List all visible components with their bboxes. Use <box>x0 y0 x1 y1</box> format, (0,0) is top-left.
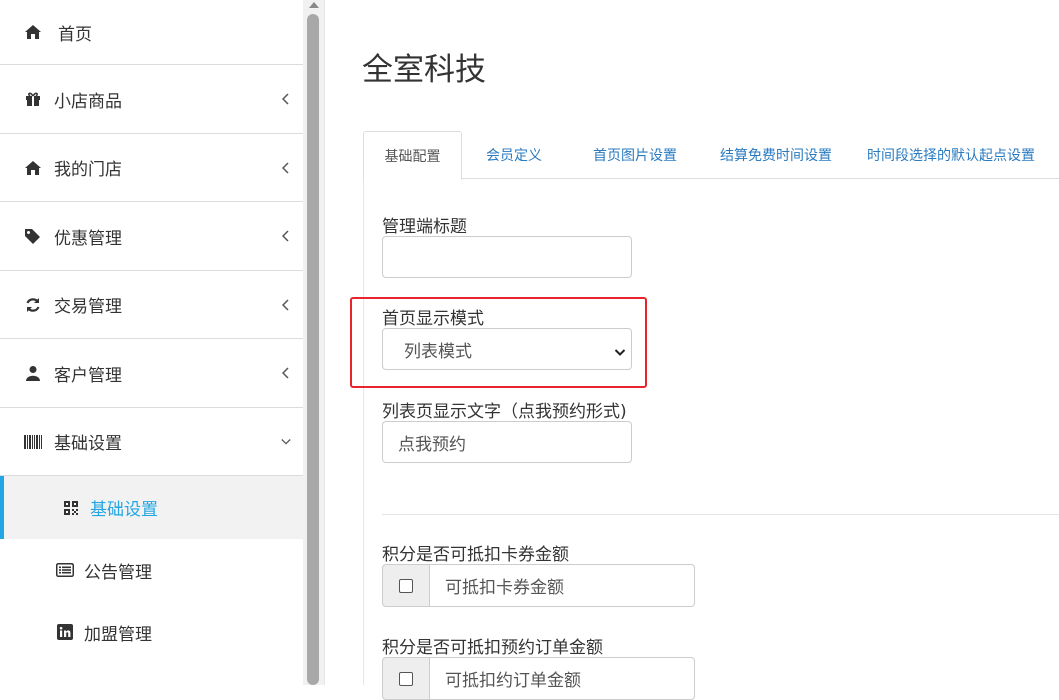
tab-panel-border <box>363 179 364 685</box>
sidebar-item-home[interactable]: 首页 <box>0 0 303 65</box>
qrcode-icon <box>62 499 80 517</box>
sidebar-item-label: 小店商品 <box>54 91 122 112</box>
tab-basic-config[interactable]: 基础配置 <box>363 131 462 180</box>
gift-icon <box>24 90 42 108</box>
points-order-checkbox[interactable] <box>399 671 413 686</box>
sidebar-item-promotions[interactable]: 优惠管理 <box>0 202 303 271</box>
sidebar-item-label: 客户管理 <box>54 365 122 386</box>
barcode-icon <box>24 433 42 451</box>
points-card-label: 积分是否可抵扣卡券金额 <box>382 545 569 565</box>
list-text-label: 列表页显示文字（点我预约形式) <box>382 402 627 422</box>
points-card-option-text: 可抵扣卡券金额 <box>430 564 695 607</box>
points-order-input-group: 可抵扣约订单金额 <box>382 657 695 700</box>
sidebar-scrollbar-thumb[interactable] <box>307 14 319 685</box>
sidebar-subitem-announcements[interactable]: 公告管理 <box>0 539 303 601</box>
tags-icon <box>24 227 42 245</box>
sidebar-item-label: 首页 <box>58 24 92 45</box>
tab-label: 基础配置 <box>384 148 441 165</box>
sidebar-item-customers[interactable]: 客户管理 <box>0 339 303 408</box>
home-mode-selected-value: 列表模式 <box>404 341 472 362</box>
linkedin-icon <box>56 623 74 641</box>
tab-label: 会员定义 <box>486 148 542 164</box>
chevron-down-icon <box>281 435 291 449</box>
points-order-option-text: 可抵扣约订单金额 <box>430 657 695 700</box>
sidebar-subitem-franchise[interactable]: 加盟管理 <box>0 601 303 663</box>
chevron-left-icon <box>281 161 291 175</box>
chevron-down-icon <box>614 343 626 356</box>
home-mode-select[interactable]: 列表模式 <box>382 328 632 370</box>
sidebar-item-shop-products[interactable]: 小店商品 <box>0 65 303 134</box>
home-icon <box>24 23 42 41</box>
scroll-up-arrow-icon[interactable] <box>309 2 319 8</box>
tab-member-definition[interactable]: 会员定义 <box>466 131 562 179</box>
home-mode-label: 首页显示模式 <box>382 309 484 329</box>
points-card-checkbox[interactable] <box>399 578 413 593</box>
sidebar-item-label: 基础设置 <box>54 434 122 454</box>
sidebar: 首页 小店商品 我的门店 优惠管理 交易管理 客户管理 基础设置 基础设置 公告… <box>0 0 303 685</box>
main-content: 全室科技 基础配置 会员定义 首页图片设置 结算免费时间设置 时间段选择的默认起… <box>326 0 1059 700</box>
home-icon <box>24 159 42 177</box>
chevron-left-icon <box>281 298 291 312</box>
user-icon <box>24 364 42 382</box>
tab-label: 时间段选择的默认起点设置 <box>867 148 1035 164</box>
sidebar-subitem-label: 基础设置 <box>90 500 158 520</box>
list-alt-icon <box>56 561 74 579</box>
sidebar-item-transactions[interactable]: 交易管理 <box>0 271 303 339</box>
admin-title-label: 管理端标题 <box>382 217 467 237</box>
sidebar-subitem-label: 公告管理 <box>84 562 152 583</box>
page-title: 全室科技 <box>362 52 486 88</box>
tab-settlement-free-time[interactable]: 结算免费时间设置 <box>708 131 844 179</box>
tab-label: 首页图片设置 <box>593 148 677 164</box>
form-divider <box>382 514 1059 515</box>
points-order-label: 积分是否可抵扣预约订单金额 <box>382 638 603 658</box>
refresh-icon <box>24 296 42 314</box>
sidebar-item-label: 优惠管理 <box>54 228 122 249</box>
sidebar-item-basic-settings[interactable]: 基础设置 <box>0 408 303 476</box>
settings-tabs: 基础配置 会员定义 首页图片设置 结算免费时间设置 时间段选择的默认起点设置 <box>363 131 1059 180</box>
chevron-left-icon <box>281 92 291 106</box>
tab-time-slot-default-start[interactable]: 时间段选择的默认起点设置 <box>867 131 1059 179</box>
sidebar-subitem-label: 加盟管理 <box>84 624 152 645</box>
points-order-checkbox-addon[interactable] <box>382 657 430 700</box>
sidebar-item-label: 交易管理 <box>54 297 122 317</box>
chevron-left-icon <box>281 229 291 243</box>
chevron-left-icon <box>281 366 291 380</box>
points-card-checkbox-addon[interactable] <box>382 564 430 607</box>
sidebar-subitem-basic-settings[interactable]: 基础设置 <box>0 476 303 539</box>
tab-label: 结算免费时间设置 <box>720 148 832 164</box>
tab-home-image-settings[interactable]: 首页图片设置 <box>570 131 700 179</box>
list-text-input[interactable] <box>382 421 632 463</box>
points-card-input-group: 可抵扣卡券金额 <box>382 564 695 607</box>
sidebar-item-my-stores[interactable]: 我的门店 <box>0 134 303 202</box>
sidebar-item-label: 我的门店 <box>54 160 122 180</box>
admin-title-input[interactable] <box>382 236 632 278</box>
